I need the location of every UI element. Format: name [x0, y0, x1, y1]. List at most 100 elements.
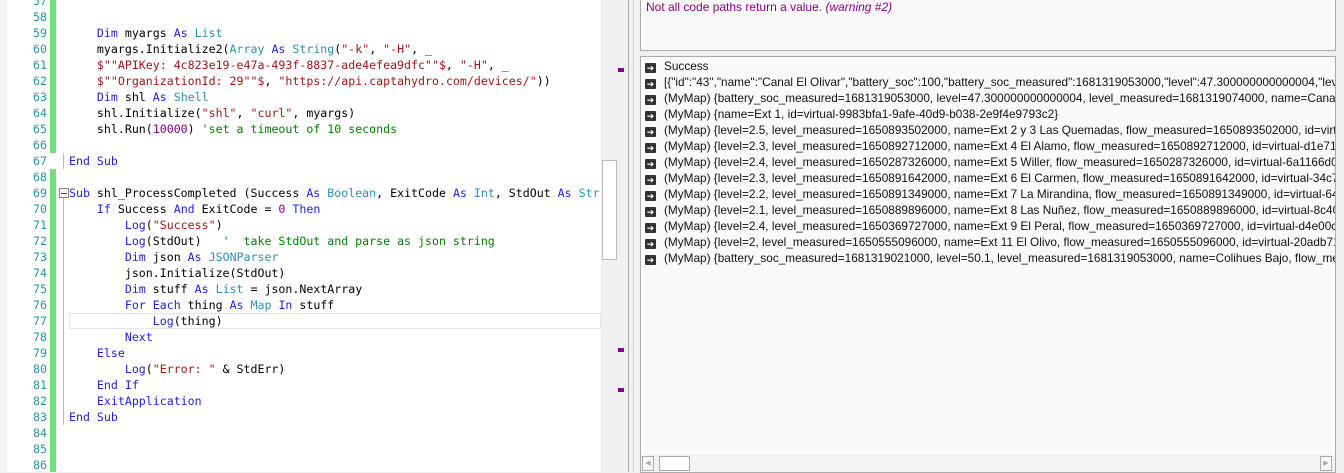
code-line[interactable]: 79 Else	[0, 345, 601, 361]
change-bar	[50, 89, 56, 105]
splitter-edge	[633, 0, 634, 472]
log-entry[interactable]: ➜ [{"id":"43","name":"Canal El Olivar","b…	[645, 74, 1336, 90]
log-text: (MyMap) {level=2.5, level_measured=16508…	[664, 123, 1336, 137]
horizontal-scrollbar-thumb[interactable]	[659, 456, 690, 471]
change-bar	[50, 281, 56, 297]
code-text: Log(thing)	[69, 313, 223, 329]
code-token: "-H"	[459, 58, 488, 72]
change-bar	[50, 25, 56, 41]
vertical-scrollbar-thumb[interactable]	[602, 160, 617, 260]
code-text: Dim shl As Shell	[69, 89, 209, 105]
code-line[interactable]: 83 End Sub	[0, 409, 601, 425]
code-text: $""APIKey: 4c823e19-e47a-493f-8837-ade4e…	[69, 57, 509, 73]
line-number: 69	[33, 186, 47, 200]
code-token: = json.NextArray	[250, 282, 363, 296]
code-token: ,	[369, 42, 384, 56]
code-token: , myargs)	[292, 106, 356, 120]
log-entry[interactable]: ➜ Success	[645, 58, 709, 74]
code-line[interactable]: 71 Log("Success")	[0, 217, 601, 233]
code-editor[interactable]: 57 58 59 Dim myargs As List 60 myargs.Initi…	[0, 0, 601, 472]
code-line[interactable]: 80 Log("Error: " & StdErr)	[0, 361, 601, 377]
code-token: "-k"	[341, 42, 370, 56]
code-line[interactable]: 63 Dim shl As Shell	[0, 89, 601, 105]
code-token: "https://api.captahydro.com/devices/"	[278, 74, 537, 88]
log-entry[interactable]: ➜ (MyMap) {level=2.4, level_measured=1650…	[645, 218, 1335, 234]
code-line[interactable]: 75 Dim stuff As List = json.NextArray	[0, 281, 601, 297]
splitter[interactable]	[628, 0, 629, 472]
arrow-right-box-icon: ➜	[645, 159, 656, 169]
code-text: End Sub	[69, 409, 118, 425]
code-token: Else	[69, 346, 125, 360]
code-line[interactable]: 64 shl.Initialize("shl", "curl", myargs)	[0, 105, 601, 121]
log-entry[interactable]: ➜ (MyMap) {level=2.3, level_measured=1650…	[645, 170, 1335, 186]
warning-item[interactable]: Not all code paths return a value. (warn…	[646, 0, 892, 14]
line-number: 64	[33, 106, 47, 120]
code-token: End Sub	[69, 410, 118, 424]
warning-marker[interactable]	[618, 68, 624, 72]
line-number: 74	[33, 266, 47, 280]
log-entry[interactable]: ➜ (MyMap) {level=2.2, level_measured=1650…	[645, 186, 1335, 202]
change-bar	[50, 361, 56, 377]
code-text: End If	[69, 377, 139, 393]
code-line[interactable]: 82 ExitApplication	[0, 393, 601, 409]
code-token: Log	[69, 362, 146, 376]
log-entry[interactable]: ➜ (MyMap) {level=2.3, level_measured=1650…	[645, 138, 1336, 154]
triangle-left-icon[interactable]: ◀	[642, 456, 654, 471]
line-number: 85	[33, 442, 47, 456]
code-line[interactable]: 60 myargs.Initialize2(Array As String("-…	[0, 41, 601, 57]
code-token: "Success"	[152, 218, 216, 232]
line-number: 75	[33, 282, 47, 296]
collapse-icon[interactable]	[59, 188, 69, 198]
code-line[interactable]: 67 End Sub	[0, 153, 601, 169]
code-line[interactable]: 81 End If	[0, 377, 601, 393]
code-line[interactable]: 73 Dim json As JSONParser	[0, 249, 601, 265]
line-number: 63	[33, 90, 47, 104]
log-entry[interactable]: ➜ (MyMap) {level=2.1, level_measured=1650…	[645, 202, 1335, 218]
log-entry[interactable]: ➜ (MyMap) {level=2.4, level_measured=1650…	[645, 154, 1335, 170]
log-text: [{"id":"43","name":"Canal El Olivar","ba…	[664, 75, 1336, 89]
log-entry[interactable]: ➜ (MyMap) {level=2, level_measured=165055…	[645, 234, 1335, 250]
triangle-right-icon[interactable]: ▶	[1320, 456, 1332, 471]
code-line[interactable]: 76 For Each thing As Map In stuff	[0, 297, 601, 313]
code-line[interactable]: 84	[0, 425, 601, 441]
warning-marker[interactable]	[618, 348, 624, 352]
code-line[interactable]: 85	[0, 441, 601, 457]
log-entry[interactable]: ➜ (MyMap) {level=2.5, level_measured=1650…	[645, 122, 1336, 138]
code-line[interactable]: 78 Next	[0, 329, 601, 345]
code-token: As	[173, 26, 195, 40]
code-line[interactable]: 57	[0, 0, 601, 9]
change-bar	[50, 377, 56, 393]
line-number: 80	[33, 362, 47, 376]
code-line[interactable]: 61 $""APIKey: 4c823e19-e47a-493f-8837-ad…	[0, 57, 601, 73]
code-line[interactable]: 69 Sub shl_ProcessCompleted (Success As B…	[0, 185, 601, 201]
log-text: (MyMap) {level=2.3, level_measured=16508…	[664, 139, 1336, 153]
code-token: Dim	[69, 90, 125, 104]
code-line[interactable]: 62 $""OrganizationId: 29""$, "https://ap…	[0, 73, 601, 89]
code-token: "shl"	[201, 106, 237, 120]
code-token: End Sub	[69, 154, 118, 168]
line-number: 66	[33, 138, 47, 152]
line-number: 57	[33, 0, 47, 8]
code-line[interactable]: 66	[0, 137, 601, 153]
code-line[interactable]: 58	[0, 9, 601, 25]
log-entry[interactable]: ➜ (MyMap) {battery_soc_measured=168131902…	[645, 250, 1335, 266]
code-token: "Error: "	[152, 362, 216, 376]
code-line[interactable]: 65 shl.Run(10000) 'set a timeout of 10 s…	[0, 121, 601, 137]
code-line[interactable]: 72 Log(StdOut) ' take StdOut and parse a…	[0, 233, 601, 249]
code-token: 10000	[152, 122, 188, 136]
log-entry[interactable]: ➜ (MyMap) {battery_soc_measured=168131905…	[645, 90, 1335, 106]
line-number: 58	[33, 10, 47, 24]
horizontal-scrollbar[interactable]: ◀ ▶	[641, 455, 1335, 472]
warning-marker[interactable]	[618, 388, 624, 392]
code-token: List	[194, 26, 223, 40]
code-token: Sub	[69, 186, 97, 200]
code-line[interactable]: 59 Dim myargs As List	[0, 25, 601, 41]
code-line[interactable]: 70 If Success And ExitCode = 0 Then	[0, 201, 601, 217]
log-entry[interactable]: ➜ (MyMap) {name=Ext 1, id=virtual-9983bfa…	[645, 106, 1058, 122]
code-line[interactable]: 77 Log(thing)	[0, 313, 601, 329]
code-line[interactable]: 68	[0, 169, 601, 185]
code-token: shl	[124, 90, 153, 104]
code-token: If	[69, 202, 118, 216]
code-line[interactable]: 86	[0, 457, 601, 472]
code-line[interactable]: 74 json.Initialize(StdOut)	[0, 265, 601, 281]
